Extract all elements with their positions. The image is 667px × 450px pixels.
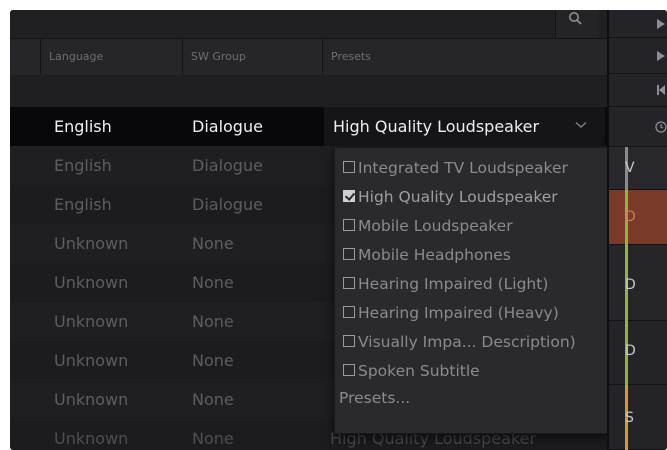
sw-group-cell: Dialogue — [192, 195, 263, 214]
sw-group-cell: None — [192, 273, 234, 292]
language-cell: Unknown — [54, 429, 129, 448]
skip-back-icon — [657, 85, 665, 95]
menu-item-high-quality-loudspeaker[interactable]: High Quality Loudspeaker — [343, 183, 558, 211]
sw-group-cell: Dialogue — [192, 156, 263, 175]
menu-item-visually-impaired-description[interactable]: Visually Impa... Description) — [343, 328, 576, 356]
panel-item[interactable]: D — [609, 321, 667, 385]
language-cell: Unknown — [54, 312, 129, 331]
panel-button[interactable] — [609, 38, 667, 74]
checkbox-icon — [343, 305, 355, 318]
clock-icon — [655, 121, 667, 133]
language-cell: Unknown — [54, 351, 129, 370]
menu-item-label: Spoken Subtitle — [358, 362, 480, 380]
language-cell: English — [54, 195, 112, 214]
panel-button[interactable] — [609, 107, 667, 147]
menu-item-label: Hearing Impaired (Heavy) — [358, 304, 559, 322]
search-button[interactable] — [555, 10, 598, 38]
menu-item-integrated-tv-loudspeaker[interactable]: Integrated TV Loudspeaker — [343, 154, 568, 182]
app-window: Language SW Group Presets English Dialog… — [10, 10, 667, 450]
menu-item-mobile-headphones[interactable]: Mobile Headphones — [343, 241, 511, 269]
play-icon — [657, 51, 665, 61]
panel-item-label: V — [625, 160, 635, 176]
sw-group-cell: Dialogue — [192, 117, 263, 136]
panel-item[interactable]: S — [609, 385, 667, 450]
sw-group-cell: None — [192, 234, 234, 253]
menu-item-spoken-subtitle[interactable]: Spoken Subtitle — [343, 357, 480, 385]
search-icon — [569, 12, 582, 25]
presets-dropdown-value: High Quality Loudspeaker — [333, 117, 540, 136]
toolbar — [10, 10, 607, 38]
sw-group-cell: None — [192, 312, 234, 331]
menu-item-label: High Quality Loudspeaker — [358, 188, 558, 206]
sw-group-cell: None — [192, 351, 234, 370]
column-header-presets[interactable]: Presets — [322, 39, 607, 75]
empty-row — [10, 75, 607, 107]
presets-menu: Integrated TV Loudspeaker High Quality L… — [334, 147, 609, 434]
right-side-panel: V D D D S — [607, 10, 667, 450]
menu-item-hearing-impaired-heavy[interactable]: Hearing Impaired (Heavy) — [343, 299, 559, 327]
panel-item[interactable]: D — [609, 245, 667, 321]
panel-button[interactable] — [609, 10, 667, 38]
column-header-language[interactable]: Language — [40, 39, 182, 75]
panel-item[interactable]: V — [609, 147, 667, 190]
column-header-sw-group[interactable]: SW Group — [182, 39, 322, 75]
menu-item-label: Mobile Headphones — [358, 246, 511, 264]
menu-item-label: Integrated TV Loudspeaker — [358, 159, 568, 177]
chevron-down-icon — [575, 121, 587, 129]
panel-item-label: D — [625, 343, 636, 359]
panel-item[interactable]: D — [609, 190, 667, 245]
sw-group-cell: None — [192, 429, 234, 448]
table-row-selected[interactable]: English Dialogue High Quality Loudspeake… — [10, 107, 607, 146]
language-cell: Unknown — [54, 390, 129, 409]
sw-group-cell: None — [192, 390, 234, 409]
checkbox-icon — [343, 363, 355, 376]
language-cell: Unknown — [54, 234, 129, 253]
menu-item-label: Hearing Impaired (Light) — [358, 275, 549, 293]
checkbox-icon — [343, 247, 355, 260]
checkbox-checked-icon — [343, 189, 355, 202]
checkbox-icon — [343, 218, 355, 231]
panel-item-label: D — [625, 209, 636, 225]
menu-item-mobile-loudspeaker[interactable]: Mobile Loudspeaker — [343, 212, 513, 240]
panel-button[interactable] — [609, 74, 667, 107]
panel-item-label: S — [625, 410, 634, 426]
menu-item-label: Visually Impa... Description) — [358, 333, 576, 351]
language-cell: English — [54, 156, 112, 175]
menu-item-presets-more[interactable]: Presets... — [339, 384, 410, 412]
play-icon — [657, 19, 665, 29]
menu-item-label: Mobile Loudspeaker — [358, 217, 513, 235]
panel-item-label: D — [625, 277, 636, 293]
table-header: Language SW Group Presets — [10, 38, 607, 76]
language-cell: Unknown — [54, 273, 129, 292]
checkbox-icon — [343, 276, 355, 289]
presets-dropdown[interactable]: High Quality Loudspeaker — [324, 107, 605, 146]
checkbox-icon — [343, 334, 355, 347]
language-cell: English — [54, 117, 112, 136]
checkbox-icon — [343, 160, 355, 173]
menu-item-hearing-impaired-light[interactable]: Hearing Impaired (Light) — [343, 270, 548, 298]
